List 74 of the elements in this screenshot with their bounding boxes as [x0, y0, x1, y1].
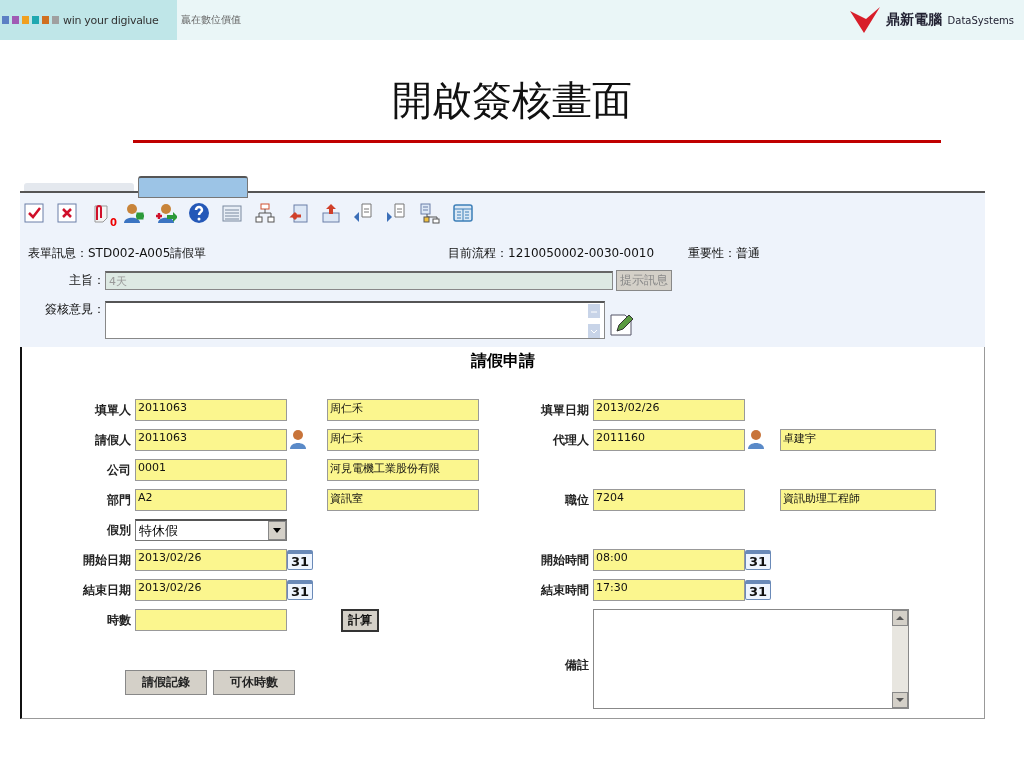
- field-label: 填單日期: [539, 401, 590, 419]
- help-icon[interactable]: [188, 202, 210, 224]
- dropdown-arrow-icon: [273, 528, 281, 533]
- field-label: 填單人: [93, 401, 132, 419]
- calculate-button[interactable]: 計算: [341, 608, 379, 632]
- person-icon[interactable]: [289, 428, 307, 449]
- input-field[interactable]: 08:00: [593, 549, 745, 571]
- calendar-button[interactable]: 31: [745, 580, 771, 600]
- field-label: 時數: [106, 611, 132, 629]
- leave-type-dropdown[interactable]: 特休假: [135, 519, 287, 541]
- remarks-field[interactable]: [593, 609, 909, 709]
- field-label: 開始時間: [540, 551, 590, 569]
- comment-label: 簽核意見：: [44, 301, 105, 318]
- subject-label: 主旨：: [68, 272, 105, 289]
- transfer-user-icon[interactable]: [155, 202, 177, 224]
- brand-name: 鼎新電腦: [885, 11, 942, 29]
- form-info: 表單訊息：STD002-A005請假單: [28, 245, 208, 262]
- person-icon[interactable]: [747, 428, 765, 449]
- check-icon[interactable]: [23, 202, 45, 224]
- flow-info: 目前流程：1210050002-0030-0010: [448, 245, 656, 262]
- input-field[interactable]: 2011160: [593, 429, 745, 451]
- input-field[interactable]: 2013/02/26: [135, 549, 287, 571]
- upload-icon[interactable]: [320, 202, 342, 224]
- field-label: 職位: [564, 491, 590, 509]
- field-label: 備註: [564, 656, 590, 674]
- field-label: 開始日期: [82, 551, 132, 569]
- tab[interactable]: [138, 176, 248, 198]
- input-field[interactable]: 2011063: [135, 429, 287, 451]
- field-label: 請假人: [94, 431, 132, 449]
- calendar-button[interactable]: 31: [745, 550, 771, 570]
- input-field[interactable]: 資訊室: [327, 489, 479, 511]
- tagline: win your digivalue: [63, 13, 159, 27]
- field-label: 代理人: [552, 431, 590, 449]
- field-label: 結束時間: [540, 581, 590, 599]
- attachment-count: 0: [110, 217, 117, 228]
- calendar-button[interactable]: 31: [287, 580, 313, 600]
- input-field[interactable]: A2: [135, 489, 287, 511]
- add-user-icon[interactable]: [122, 202, 144, 224]
- brand-name: DataSystems: [947, 14, 1014, 26]
- close-icon[interactable]: [56, 202, 78, 224]
- input-field[interactable]: 資訊助理工程師: [780, 489, 936, 511]
- input-field[interactable]: 周仁禾: [327, 399, 479, 421]
- input-field[interactable]: 17:30: [593, 579, 745, 601]
- next-document-icon[interactable]: [386, 202, 408, 224]
- field-label: 假別: [106, 521, 132, 539]
- flowchart-document-icon[interactable]: [419, 202, 441, 224]
- slide-title: 開啟簽核畫面: [391, 76, 633, 125]
- color-squares-icon: [2, 16, 59, 24]
- input-field[interactable]: 卓建宇: [780, 429, 936, 451]
- input-field[interactable]: [135, 609, 287, 631]
- input-field[interactable]: 0001: [135, 459, 287, 481]
- form-button[interactable]: 可休時數: [213, 670, 295, 695]
- tagline: 贏在數位價值: [181, 13, 241, 27]
- field-label: 部門: [106, 491, 132, 509]
- scroll-up-icon[interactable]: [892, 610, 908, 626]
- logo-icon: [849, 7, 880, 33]
- scroll-down-icon[interactable]: [892, 692, 908, 708]
- flowchart-icon[interactable]: [254, 202, 276, 224]
- previous-document-icon[interactable]: [353, 202, 375, 224]
- field-label: 結束日期: [82, 581, 132, 599]
- input-field[interactable]: 2013/02/26: [135, 579, 287, 601]
- form-button[interactable]: 請假記錄: [125, 670, 207, 695]
- input-field[interactable]: 2011063: [135, 399, 287, 421]
- priority-info: 重要性：普通: [688, 245, 760, 262]
- form-title: 請假申請: [470, 350, 536, 372]
- return-document-icon[interactable]: [287, 202, 309, 224]
- input-field[interactable]: 周仁禾: [327, 429, 479, 451]
- calendar-button[interactable]: 31: [287, 550, 313, 570]
- input-field[interactable]: 河見電機工業股份有限: [327, 459, 479, 481]
- edit-note-icon[interactable]: [609, 311, 635, 337]
- input-field[interactable]: 7204: [593, 489, 745, 511]
- field-label: 公司: [106, 461, 132, 479]
- table-icon[interactable]: [452, 202, 474, 224]
- input-field[interactable]: 2013/02/26: [593, 399, 745, 421]
